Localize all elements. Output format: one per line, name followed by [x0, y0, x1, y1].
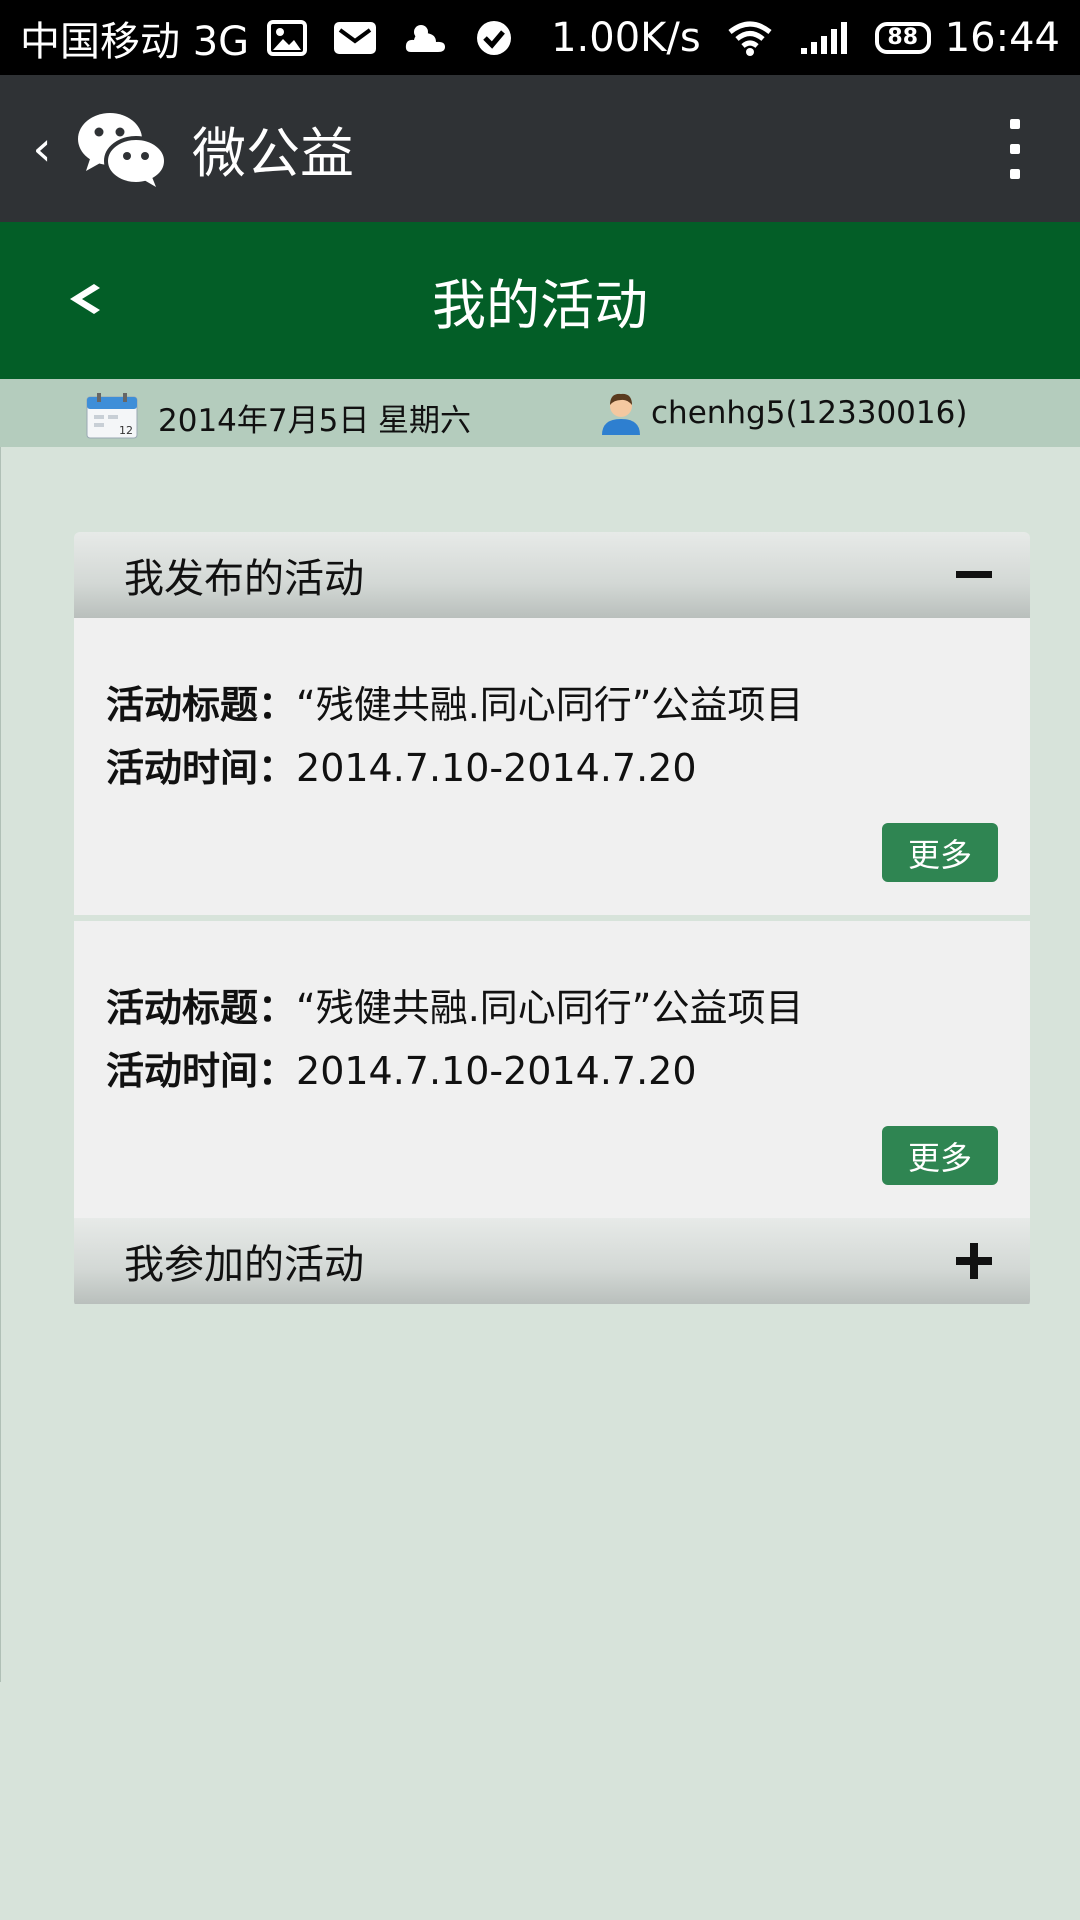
- section-title: 我参加的活动: [124, 1242, 364, 1288]
- status-bar: 中国移动 3G 1.00K/s 88 16:44: [0, 0, 1080, 75]
- weather-cloud-icon: [403, 20, 449, 56]
- info-bar: 12 2014年7月5日 星期六 chenhg5(12330016): [0, 379, 1080, 447]
- activity-card: 活动标题：“残健共融.同心同行”公益项目 活动时间：2014.7.10-2014…: [74, 921, 1030, 1218]
- expand-plus-icon[interactable]: [954, 1241, 994, 1281]
- image-notification-icon: [267, 19, 308, 56]
- current-weekday: 星期六: [378, 403, 471, 439]
- back-arrow-icon[interactable]: [62, 274, 112, 324]
- more-button[interactable]: 更多: [882, 823, 998, 882]
- left-edge-line: [0, 447, 1, 1682]
- wechat-back-button[interactable]: ‹: [12, 121, 72, 177]
- activities-panel: 我发布的活动 活动标题：“残健共融.同心同行”公益项目 活动时间：2014.7.…: [74, 532, 1030, 1307]
- activity-time-label: 活动时间：: [106, 746, 297, 790]
- current-date: 2014年7月5日: [158, 403, 370, 439]
- more-button[interactable]: 更多: [882, 1126, 998, 1185]
- activity-title-row: 活动标题：“残健共融.同心同行”公益项目: [106, 977, 803, 1032]
- section-header-joined[interactable]: 我参加的活动: [74, 1218, 1030, 1304]
- page-title: 我的活动: [432, 274, 648, 337]
- battery-icon: 88: [874, 21, 931, 54]
- signal-icon: [799, 20, 849, 56]
- svg-text:12: 12: [119, 424, 133, 437]
- activity-title-label: 活动标题：: [106, 986, 297, 1030]
- current-user: chenhg5(12330016): [651, 395, 968, 431]
- carrier-label: 中国移动 3G: [20, 18, 250, 65]
- page-title-bar: 我的活动: [0, 222, 1080, 379]
- more-options-icon[interactable]: [1010, 119, 1024, 179]
- wechat-page-title: 微公益: [192, 122, 354, 185]
- activity-time-value: 2014.7.10-2014.7.20: [296, 746, 697, 790]
- network-speed: 1.00K/s: [551, 14, 701, 61]
- activity-card: 活动标题：“残健共融.同心同行”公益项目 活动时间：2014.7.10-2014…: [74, 618, 1030, 921]
- clock: 16:44: [944, 14, 1060, 61]
- collapse-minus-icon[interactable]: [954, 555, 994, 595]
- wechat-logo-icon: [76, 109, 168, 189]
- mail-notification-icon: [333, 20, 377, 56]
- activity-title-value: “残健共融.同心同行”公益项目: [296, 683, 804, 727]
- activity-time-value: 2014.7.10-2014.7.20: [296, 1049, 697, 1093]
- user-avatar-icon: [600, 391, 642, 435]
- activity-time-row: 活动时间：2014.7.10-2014.7.20: [106, 737, 697, 792]
- activity-time-label: 活动时间：: [106, 1049, 297, 1093]
- activity-title-row: 活动标题：“残健共融.同心同行”公益项目: [106, 674, 803, 729]
- check-notification-icon: [475, 19, 513, 57]
- activity-time-row: 活动时间：2014.7.10-2014.7.20: [106, 1040, 697, 1095]
- activity-title-label: 活动标题：: [106, 683, 297, 727]
- wifi-icon: [727, 20, 773, 56]
- wechat-header: ‹ 微公益: [0, 75, 1080, 222]
- calendar-icon: 12: [86, 393, 138, 439]
- activity-title-value: “残健共融.同心同行”公益项目: [296, 986, 804, 1030]
- section-title: 我发布的活动: [124, 556, 364, 602]
- section-header-published[interactable]: 我发布的活动: [74, 532, 1030, 618]
